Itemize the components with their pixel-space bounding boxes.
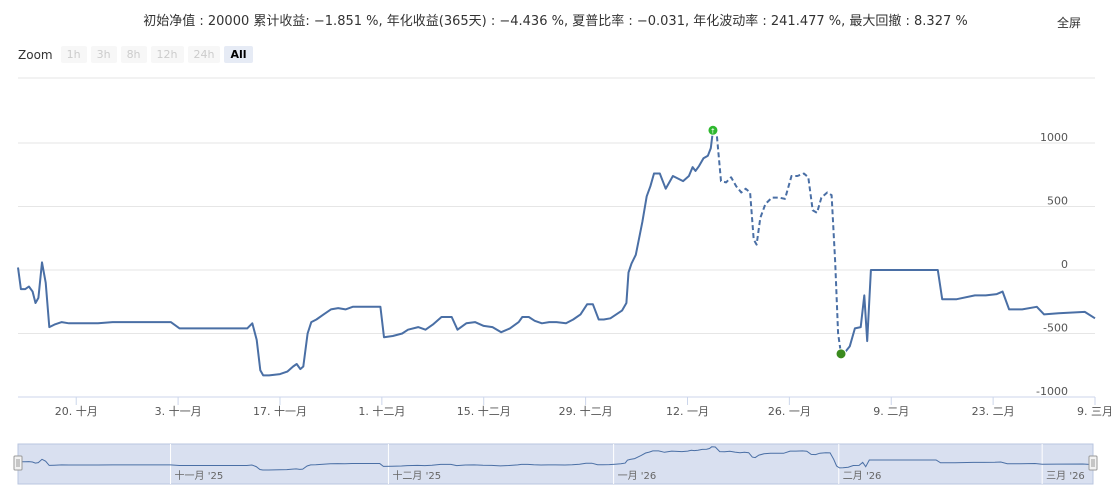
- navigator-label: 一月 '26: [618, 470, 657, 482]
- navigator-label: 二月 '26: [843, 470, 882, 482]
- navigator-label: 十一月 '25: [175, 469, 224, 482]
- range-navigator[interactable]: 十一月 '25 十二月 '25 一月 '26 二月 '26 三月 '26: [0, 0, 1111, 492]
- navigator-left-handle[interactable]: [13, 455, 23, 471]
- navigator-right-handle[interactable]: [1088, 455, 1098, 471]
- navigator-label: 三月 '26: [1046, 470, 1085, 482]
- navigator-label: 十二月 '25: [392, 469, 441, 482]
